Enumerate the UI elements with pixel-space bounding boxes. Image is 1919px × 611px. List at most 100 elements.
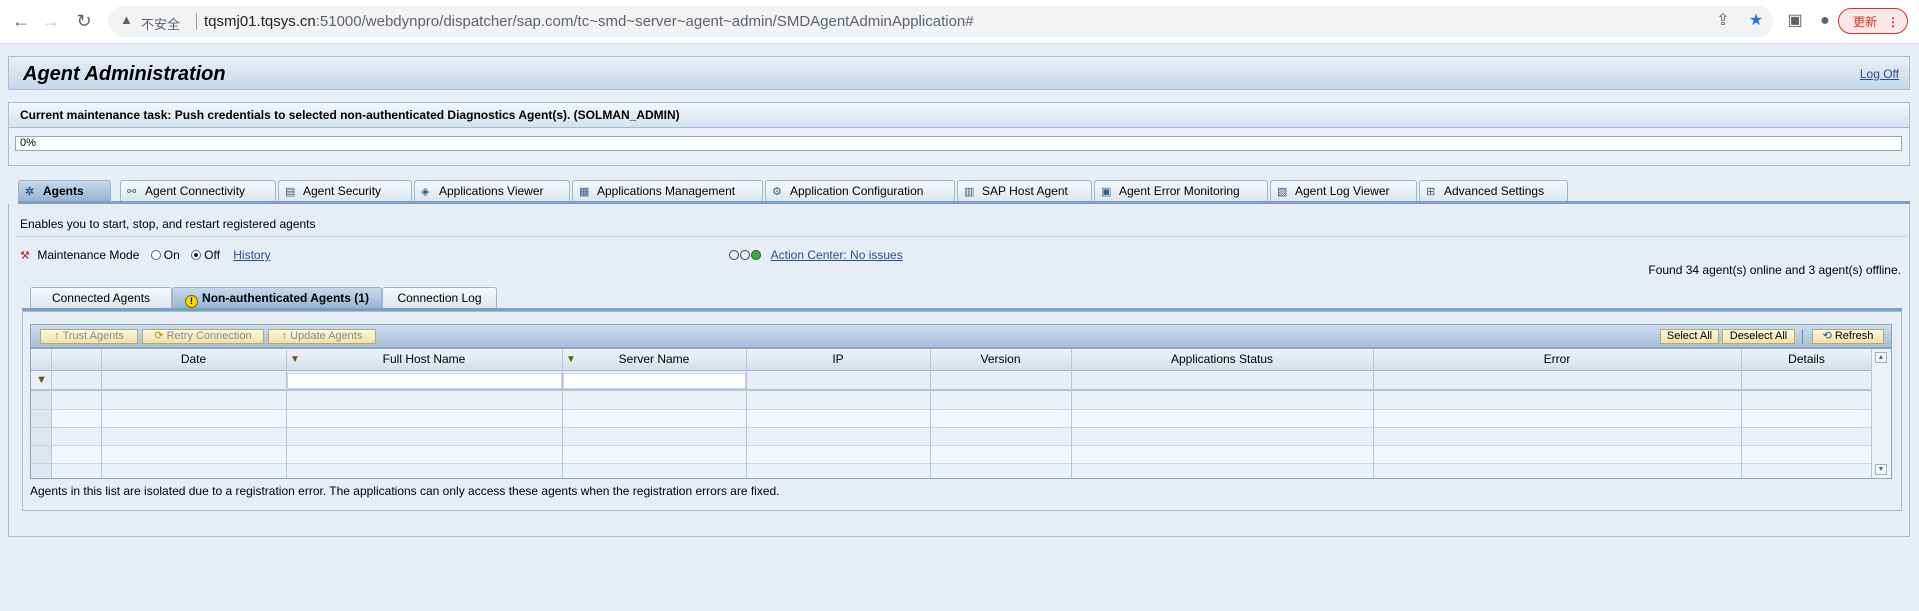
maintenance-mode-row: ⚒ Maintenance Mode On Off History [20, 248, 271, 262]
divider [17, 236, 1907, 237]
non-authenticated-agents-panel: ↑ Trust Agents ⟳ Retry Connection ↑ Update … [22, 311, 1902, 511]
tab-label: Applications Viewer [439, 184, 544, 198]
scroll-down-icon[interactable]: ▼ [1875, 464, 1887, 475]
profile-icon[interactable]: ● [1815, 11, 1835, 31]
maintenance-off-radio[interactable] [191, 250, 202, 260]
bookmark-star-icon[interactable]: ★ [1746, 11, 1766, 31]
tab-label: Agent Connectivity [145, 184, 246, 198]
column-label: Details [1788, 352, 1825, 366]
side-panel-icon[interactable]: ▣ [1785, 11, 1805, 31]
forward-icon[interactable]: → [40, 10, 62, 32]
column-divider [1071, 349, 1072, 478]
column-header-date[interactable]: Date [101, 349, 286, 371]
column-label: Applications Status [1170, 352, 1274, 366]
maintenance-task-panel: Current maintenance task: Push credentia… [8, 102, 1910, 166]
select-all-button[interactable]: Select All [1660, 329, 1719, 344]
column-label: Date [180, 352, 207, 366]
back-icon[interactable]: ← [10, 10, 32, 32]
column-label: IP [832, 352, 844, 366]
tab-agent-security[interactable]: ▤ Agent Security [278, 180, 412, 201]
reload-icon[interactable]: ↻ [73, 10, 95, 32]
tab-label: Agent Error Monitoring [1119, 184, 1240, 198]
url-text[interactable]: tqsmj01.tqsys.cn:51000/webdynpro/dispatc… [204, 13, 974, 30]
host-agent-icon: ▥ [964, 186, 975, 198]
row-selector-column[interactable] [31, 391, 51, 478]
select-column-header[interactable] [31, 349, 51, 371]
tab-agents[interactable]: ✲ Agents [18, 180, 111, 201]
column-header-applications-status[interactable]: Applications Status [1071, 349, 1373, 371]
log-off-link[interactable]: Log Off [1860, 67, 1899, 81]
table-row[interactable] [31, 391, 1872, 409]
divider [1802, 329, 1803, 344]
history-link[interactable]: History [233, 248, 270, 262]
tab-agent-error-monitoring[interactable]: ▣ Agent Error Monitoring [1094, 180, 1268, 201]
settings-icon: ⊞ [1426, 186, 1436, 198]
column-header-error[interactable]: Error [1373, 349, 1741, 371]
tab-agent-connectivity[interactable]: ⚯ Agent Connectivity [120, 180, 276, 201]
agents-table: Date ▼ Full Host Name ▼ Server Name IP Ver… [30, 348, 1892, 479]
table-row[interactable] [31, 427, 1872, 445]
agent-count-text: Found 34 agent(s) online and 3 agent(s) … [1648, 263, 1901, 277]
table-row[interactable] [31, 409, 1872, 427]
column-header-ip[interactable]: IP [746, 349, 930, 371]
maintenance-on-radio[interactable] [150, 250, 161, 260]
table-row[interactable] [31, 445, 1872, 463]
column-divider [51, 349, 52, 478]
column-header-version[interactable]: Version [930, 349, 1071, 371]
server-name-filter-input[interactable] [563, 373, 746, 389]
progress-label: 0% [20, 137, 36, 149]
management-icon: ▦ [579, 186, 590, 198]
column-divider [286, 349, 287, 478]
table-row[interactable] [31, 463, 1872, 478]
retry-icon: ⟳ [154, 330, 164, 342]
tab-advanced-settings[interactable]: ⊞ Advanced Settings [1419, 180, 1568, 201]
column-header-details[interactable]: Details [1741, 349, 1872, 371]
deselect-all-button[interactable]: Deselect All [1722, 329, 1795, 344]
tab-non-authenticated-agents[interactable]: ! Non-authenticated Agents (1) [172, 287, 382, 309]
table-toolbar: ↑ Trust Agents ⟳ Retry Connection ↑ Update … [30, 324, 1892, 348]
retry-connection-button[interactable]: ⟳ Retry Connection [142, 329, 264, 344]
tab-applications-management[interactable]: ▦ Applications Management [572, 180, 763, 201]
tab-agent-log-viewer[interactable]: ▧ Agent Log Viewer [1270, 180, 1417, 201]
refresh-button[interactable]: ⟲ Refresh [1812, 329, 1884, 344]
warning-icon: ▲ [120, 12, 133, 27]
button-label: Retry Connection [166, 330, 252, 342]
update-agents-button[interactable]: ↑ Update Agents [268, 329, 376, 344]
full-host-name-filter-input[interactable] [287, 373, 562, 389]
row-divider [31, 409, 1872, 410]
off-label: Off [204, 248, 220, 262]
tab-label: Advanced Settings [1444, 184, 1545, 198]
tab-label: Applications Management [597, 184, 736, 198]
tab-label: Agent Security [303, 184, 382, 198]
tab-sap-host-agent[interactable]: ▥ SAP Host Agent [957, 180, 1092, 201]
log-viewer-icon: ▧ [1277, 186, 1288, 198]
action-center: Action Center: No issues [729, 248, 903, 263]
button-label: Refresh [1834, 330, 1874, 342]
column-header[interactable] [51, 349, 101, 371]
tab-application-configuration[interactable]: ⚙ Application Configuration [765, 180, 955, 201]
column-header-full-host-name[interactable]: ▼ Full Host Name [286, 349, 562, 371]
tab-label: SAP Host Agent [982, 184, 1068, 198]
column-header-server-name[interactable]: ▼ Server Name [562, 349, 746, 371]
maintenance-mode-label: Maintenance Mode [37, 248, 140, 262]
tab-connection-log[interactable]: Connection Log [382, 287, 497, 309]
action-center-link[interactable]: Action Center: No issues [771, 248, 903, 262]
filter-icon[interactable]: ▼ [36, 374, 47, 386]
scroll-up-icon[interactable]: ▲ [1875, 352, 1887, 363]
share-icon[interactable]: ⇪ [1713, 11, 1733, 31]
row-divider [31, 427, 1872, 428]
address-bar[interactable]: ▲ 不安全 tqsmj01.tqsys.cn:51000/webdynpro/d… [108, 6, 1773, 37]
column-divider [746, 349, 747, 478]
column-divider [562, 349, 563, 478]
url-path: :51000/webdynpro/dispatcher/sap.com/tc~s… [315, 13, 974, 30]
vertical-scrollbar[interactable]: ▲ ▼ [1871, 349, 1891, 478]
on-label: On [163, 248, 180, 262]
button-label: Trust Agents [62, 330, 124, 342]
update-button[interactable]: 更新 ⋮ [1838, 8, 1908, 34]
filter-icon: ▼ [290, 354, 300, 365]
filter-icon: ▼ [566, 354, 576, 365]
tab-connected-agents[interactable]: Connected Agents [30, 287, 172, 309]
tab-applications-viewer[interactable]: ◈ Applications Viewer [414, 180, 570, 201]
row-divider [31, 445, 1872, 446]
trust-agents-button[interactable]: ↑ Trust Agents [40, 329, 138, 344]
